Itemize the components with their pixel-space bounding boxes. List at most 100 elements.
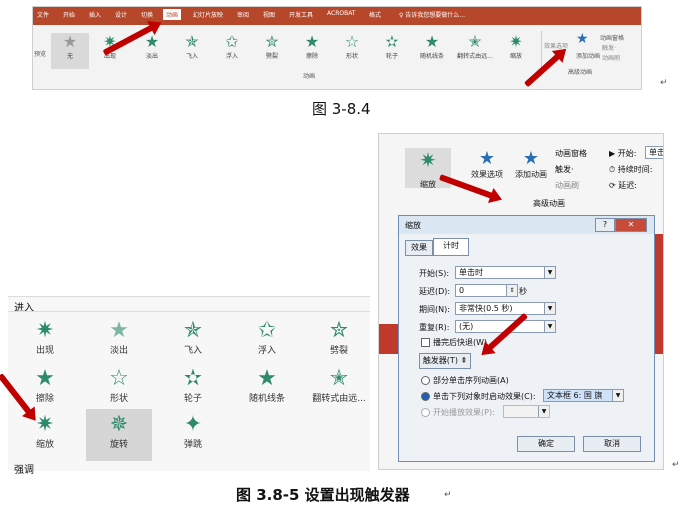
tab-acrobat[interactable]: ACROBAT [327,10,356,17]
effect-split[interactable]: ✮ 劈裂 [306,318,372,357]
tab-design[interactable]: 设计 [115,10,127,19]
effect-shape[interactable]: ☆ 形状 [333,32,371,61]
start-select[interactable]: 单击时 [645,146,663,159]
repeat-label: 重复(R): [419,323,450,332]
tab-effect[interactable]: 效果 [405,240,433,256]
effect-random-bars[interactable]: ★ 随机线条 [234,367,300,405]
star-icon: ★ [478,148,496,169]
tab-developer[interactable]: 开发工具 [289,10,313,19]
star-icon: ★ [35,366,55,391]
emphasis-section-header: 强调 [14,465,34,476]
animation-painter-button[interactable]: 动画刷 [555,180,579,191]
trigger-button[interactable]: 触发· [555,164,574,175]
effect-shape[interactable]: ☆ 形状 [86,367,152,405]
start-label: ▶ 开始: [609,149,637,158]
tab-review[interactable]: 审阅 [237,10,249,19]
paragraph-mark: ↵ [660,78,668,88]
star-icon: ✯ [185,32,199,51]
figure-caption: 图 3-8.4 [312,100,371,118]
radio-on-bookmark[interactable] [421,408,430,417]
add-animation-button[interactable]: 添加动画 [576,51,600,60]
period-label: 期间(N): [419,305,450,314]
radio-on-click-object-label: 单击下列对象时启动效果(C): [433,392,536,401]
tell-me-box[interactable]: ♀ 告诉我您想要做什么... [399,10,465,19]
effect-random-bars[interactable]: ★ 随机线条 [413,32,451,61]
effect-float-in[interactable]: ✩ 浮入 [213,33,251,61]
radio-click-sequence[interactable] [421,376,430,385]
star-icon: ✫ [385,32,399,51]
close-button[interactable]: ✕ [615,218,647,232]
divider [8,311,370,312]
effect-appear[interactable]: ✷ 出现 [12,318,78,357]
radio-click-sequence-label: 部分单击序列动画(A) [433,376,509,385]
effect-split[interactable]: ✮ 劈裂 [253,33,291,61]
star-icon: ✯ [183,318,203,343]
period-select[interactable]: 非常快(0.5 秒) ▼ [455,302,556,315]
effect-options-button[interactable]: ★ 效果选项 [471,148,503,180]
add-animation-button[interactable]: ★ 添加动画 [515,148,547,180]
effect-bounce[interactable]: ✦ 弹跳 [160,412,226,451]
effect-none[interactable]: ★ 无 [51,33,89,69]
animation-painter-button[interactable]: 动画刷 [602,53,620,62]
effect-wheel[interactable]: ✫ 轮子 [373,32,411,61]
flag-thumbnail [379,324,399,354]
effect-wheel[interactable]: ✫ 轮子 [160,366,226,405]
rewind-checkbox[interactable] [421,338,430,347]
tab-format[interactable]: 格式 [369,10,381,19]
effect-spin[interactable]: ✵ 旋转 [86,409,152,461]
start-select[interactable]: 单击时 ▼ [455,266,556,279]
tab-file[interactable]: 文件 [37,10,49,19]
star-icon: ✷ [35,318,55,343]
trigger-object-select[interactable]: 文本框 6: 国 旗 ▼ [543,389,624,402]
star-icon: ★ [424,32,440,51]
animation-pane-button[interactable]: 动画窗格 [600,33,624,42]
delay-label: 延迟(D): [419,287,451,296]
star-icon: ✵ [109,412,129,437]
figure-caption: 图 3.8-5 设置出现触发器 [236,486,410,504]
star-icon: ✮ [329,318,349,343]
cancel-button[interactable]: 取消 [583,436,641,452]
star-icon: ✦ [183,412,203,437]
ok-button[interactable]: 确定 [517,436,575,452]
star-icon: ✩ [257,318,277,343]
effect-zoom[interactable]: ✷ 缩放 [12,413,78,451]
effect-fly-in[interactable]: ✯ 飞入 [160,318,226,357]
star-icon: ★ [109,318,129,343]
tab-animations[interactable]: 动画 [163,9,182,20]
bookmark-select[interactable]: ▼ [503,405,550,418]
preview-label[interactable]: 预览 [34,49,46,58]
effect-fade[interactable]: ★ 淡出 [86,318,152,357]
tab-timing[interactable]: 计时 [433,238,469,256]
spinner-icon: ⇕ [506,285,517,296]
star-icon: ☆ [344,32,360,51]
effect-grow-turn[interactable]: ✭ 翻转式由远... [306,367,372,405]
ribbon-tab-bar: 文件 开始 插入 设计 切换 动画 幻灯片放映 审阅 视图 开发工具 ACROB… [33,7,641,25]
effect-grow-turn[interactable]: ✭ 翻转式由远... [453,33,497,61]
effect-zoom[interactable]: ✷ 缩放 [497,33,535,61]
advanced-group-label: 高级动画 [568,69,593,76]
tab-slideshow[interactable]: 幻灯片放映 [193,10,223,19]
tab-home[interactable]: 开始 [63,10,75,19]
effect-wipe[interactable]: ★ 擦除 [293,32,331,61]
delay-input[interactable]: 0 ⇕ [455,284,518,297]
paragraph-mark: ↵ [672,460,680,470]
zoom-timing-dialog: 缩放 ? ✕ 效果 计时 开始(S): 单击时 ▼ 延迟(D): 0 ⇕ 秒 期间(… [398,215,655,462]
help-button[interactable]: ? [595,218,615,232]
delay-unit: 秒 [519,287,527,296]
effect-float-in[interactable]: ✩ 浮入 [234,318,300,357]
chevron-down-icon: ▼ [612,390,623,401]
dialog-title: 缩放 [405,221,421,230]
entrance-effects-gallery: 进入 ✷ 出现 ★ 淡出 ✯ 飞入 ✩ 浮入 ✮ 劈裂 ★ 擦除 ☆ 形状 ✫ 轮子 ★ 随机线条… [8,296,372,476]
star-icon: ★ [304,32,320,51]
animation-pane-button[interactable]: 动画窗格 [555,148,587,159]
tab-view[interactable]: 视图 [263,10,275,19]
chevron-down-icon: ▼ [544,267,555,278]
trigger-button[interactable]: 触发· [602,43,616,52]
effect-fly-in[interactable]: ✯ 飞入 [173,32,211,61]
tab-insert[interactable]: 插入 [89,10,101,19]
trigger-button[interactable]: 触发器(T) ⇞ [419,353,471,369]
animation-gallery: 预览 ★ 无 ✷ 出现 ★ 淡出 ✯ 飞入 ✩ 浮入 ✮ 劈裂 ★ 擦除 ☆ 形状 ✫ 轮子 ★ 随… [33,27,641,80]
star-icon: ✫ [183,366,203,391]
advanced-group-label: 高级动画 [533,199,565,208]
radio-on-click-object[interactable] [421,392,430,401]
